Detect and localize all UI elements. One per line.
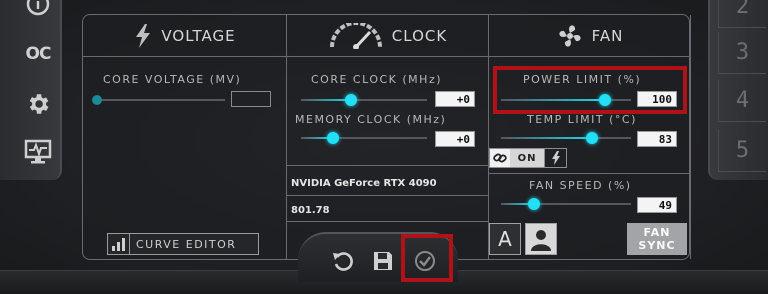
- temp-limit-label: TEMP LIMIT (°C): [527, 113, 637, 126]
- action-dock: [298, 232, 458, 282]
- speedometer-icon: [329, 22, 382, 49]
- core-voltage-input[interactable]: [231, 91, 271, 107]
- divider: [287, 221, 489, 222]
- memory-clock-label: MEMORY CLOCK (MHz): [295, 113, 447, 126]
- oc-scanner-icon: OC: [25, 44, 52, 64]
- divider: [287, 165, 489, 166]
- memory-clock-slider[interactable]: [301, 132, 427, 144]
- voltage-header: VOLTAGE: [83, 15, 286, 57]
- lightning-icon: [551, 151, 560, 165]
- save-button[interactable]: [368, 246, 398, 276]
- fan-speed-slider[interactable]: [501, 198, 631, 210]
- power-link-button[interactable]: [544, 149, 566, 167]
- power-temp-link-toggle[interactable]: ON: [489, 148, 567, 168]
- monitoring-button[interactable]: [18, 136, 58, 168]
- fan-speed-input[interactable]: 49: [637, 197, 677, 213]
- driver-version: 801.78: [291, 205, 330, 216]
- user-icon: [531, 230, 551, 251]
- lightning-icon: [136, 23, 151, 48]
- core-clock-slider-knob[interactable]: [345, 94, 358, 106]
- profile-tab-4[interactable]: 4: [718, 80, 766, 122]
- power-limit-slider[interactable]: [501, 94, 631, 106]
- memory-clock-input[interactable]: +0: [435, 131, 475, 147]
- fan-icon: [559, 24, 581, 47]
- fan-sync-line1: FAN: [643, 226, 671, 239]
- user-fan-button[interactable]: [525, 223, 557, 255]
- temp-limit-fill: [501, 137, 592, 139]
- clock-title: CLOCK: [391, 26, 448, 45]
- chain-link-icon: [493, 153, 507, 163]
- fan-speed-label: FAN SPEED (%): [529, 179, 632, 192]
- fan-header: FAN: [489, 15, 690, 57]
- link-state[interactable]: ON: [510, 149, 544, 167]
- clock-header: CLOCK: [287, 15, 488, 57]
- auto-label: A: [498, 227, 512, 251]
- voltage-title: VOLTAGE: [161, 26, 236, 45]
- profile-sidebar: 2 3 4 5: [708, 0, 768, 180]
- profile-tab-5[interactable]: 5: [718, 130, 766, 172]
- core-clock-fill: [301, 99, 352, 101]
- core-voltage-slider[interactable]: [92, 95, 225, 105]
- info-button[interactable]: [18, 0, 58, 20]
- reset-icon: [333, 252, 353, 271]
- power-limit-input[interactable]: 100: [637, 91, 677, 107]
- memory-clock-slider-knob[interactable]: [326, 132, 339, 144]
- info-icon: [26, 0, 50, 16]
- apply-button[interactable]: [410, 246, 440, 276]
- apply-check-icon: [415, 251, 435, 271]
- oc-scanner-button[interactable]: OC: [18, 38, 58, 70]
- settings-button[interactable]: [18, 88, 58, 120]
- auto-fan-button[interactable]: A: [489, 223, 521, 255]
- temp-limit-input[interactable]: 83: [637, 131, 677, 147]
- core-clock-label: CORE CLOCK (MHz): [311, 73, 443, 86]
- curve-editor-button[interactable]: CURVE EDITOR: [107, 233, 259, 255]
- gpu-name: NVIDIA GeForce RTX 4090: [291, 178, 437, 189]
- curve-bars-icon: [108, 234, 130, 254]
- left-sidebar: OC: [0, 0, 62, 180]
- power-limit-slider-knob[interactable]: [599, 94, 611, 106]
- fan-title: FAN: [591, 26, 624, 45]
- link-button[interactable]: [490, 149, 510, 167]
- divider: [287, 195, 489, 196]
- power-limit-label: POWER LIMIT (%): [523, 73, 642, 86]
- fan-sync-line2: SYNC: [638, 239, 676, 252]
- core-voltage-slider-knob[interactable]: [92, 95, 102, 105]
- core-clock-input[interactable]: +0: [435, 91, 475, 107]
- profile-tab-2[interactable]: 2: [718, 0, 766, 28]
- curve-editor-label: CURVE EDITOR: [136, 237, 237, 251]
- main-panel: VOLTAGE CORE VOLTAGE (MV) CURVE EDITOR C…: [82, 14, 691, 260]
- clock-section: CLOCK CORE CLOCK (MHz) +0 MEMORY CLOCK (…: [287, 15, 489, 259]
- fan-sync-button[interactable]: FAN SYNC: [627, 223, 687, 255]
- monitor-icon: [24, 139, 52, 164]
- power-limit-fill: [501, 99, 605, 101]
- core-clock-slider[interactable]: [301, 94, 427, 106]
- reset-button[interactable]: [328, 246, 358, 276]
- temp-limit-slider-knob[interactable]: [586, 132, 598, 144]
- voltage-section: VOLTAGE CORE VOLTAGE (MV) CURVE EDITOR: [83, 15, 287, 259]
- fan-speed-slider-knob[interactable]: [527, 198, 540, 210]
- save-icon: [374, 252, 392, 270]
- divider: [489, 173, 691, 174]
- temp-limit-slider[interactable]: [501, 132, 631, 144]
- core-voltage-label: CORE VOLTAGE (MV): [103, 73, 242, 86]
- gear-icon: [29, 94, 49, 114]
- profile-tab-3[interactable]: 3: [718, 32, 766, 74]
